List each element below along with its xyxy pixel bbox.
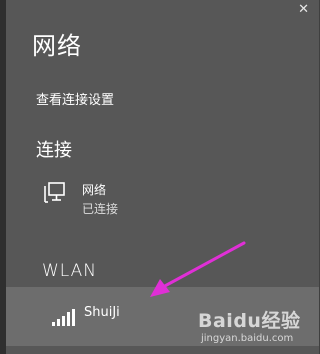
connection-status: 已连接 bbox=[82, 202, 119, 216]
close-icon[interactable]: ✕ bbox=[298, 2, 309, 17]
baidu-watermark: Baidu经验 jingyan.baidu.com bbox=[198, 306, 314, 350]
wired-network-icon bbox=[44, 182, 65, 203]
watermark-logo: Baidu经验 bbox=[198, 310, 301, 332]
connection-name: 网络 bbox=[82, 183, 107, 197]
wifi-signal-icon bbox=[52, 309, 75, 326]
wlan-ssid: ShuiJi bbox=[84, 305, 120, 320]
connections-heading: 连接 bbox=[36, 140, 72, 161]
flyout-title: 网络 bbox=[32, 32, 82, 60]
wlan-heading: WLAN bbox=[42, 261, 98, 281]
watermark-url: jingyan.baidu.com bbox=[201, 333, 294, 344]
view-connection-settings-link[interactable]: 查看连接设置 bbox=[36, 89, 114, 108]
connection-item-network[interactable]: 网络 已连接 bbox=[40, 176, 290, 216]
